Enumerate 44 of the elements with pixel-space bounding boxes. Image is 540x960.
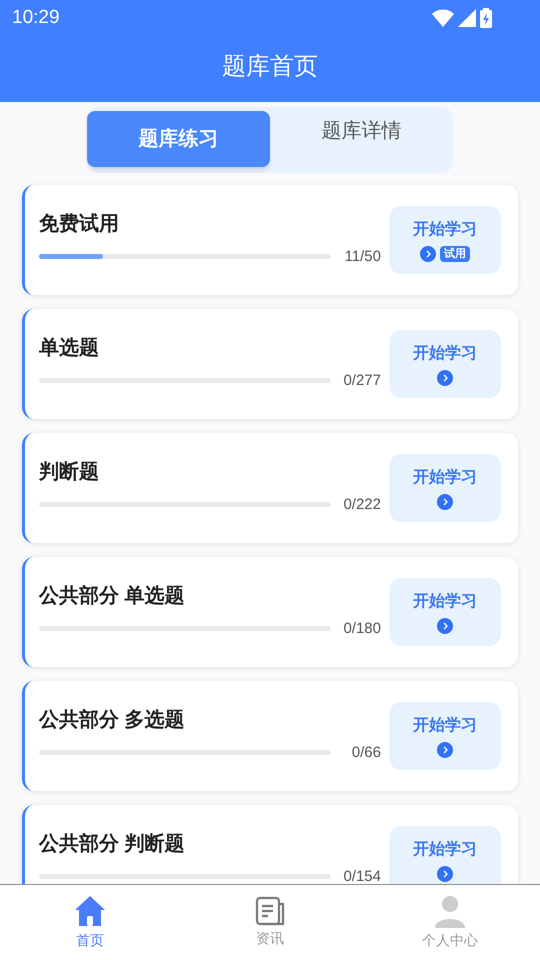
wifi-icon: [432, 9, 454, 27]
start-button[interactable]: 开始学习: [389, 454, 501, 522]
start-button[interactable]: 开始学习: [389, 826, 501, 884]
trial-badge: 试用: [440, 246, 470, 262]
tab[interactable]: 题库练习: [87, 111, 270, 167]
person-icon: [433, 894, 467, 928]
progress-count: 0/154: [343, 869, 381, 884]
chevron-icon: [437, 370, 453, 386]
chevron-icon: [437, 618, 453, 634]
start-label: 开始学习: [413, 468, 477, 488]
document-icon: [255, 896, 285, 926]
card-title: 单选题: [39, 336, 100, 361]
card-title: 判断题: [39, 460, 100, 485]
progress-count: 0/66: [352, 745, 381, 760]
start-label: 开始学习: [413, 344, 477, 364]
chevron-icon: [437, 866, 453, 882]
nav-tab[interactable]: 首页: [0, 885, 180, 960]
card-title: 公共部分 判断题: [39, 832, 186, 857]
chevron-icon: [420, 246, 436, 262]
card-title: 免费试用: [39, 212, 120, 237]
status-time: 10:29: [12, 6, 60, 30]
card-title: 公共部分 多选题: [39, 708, 186, 733]
tab[interactable]: 题库详情: [270, 103, 453, 159]
progress-count: 0/222: [343, 497, 381, 512]
page-title: 题库首页: [222, 52, 318, 82]
start-button[interactable]: 开始学习 试用: [389, 206, 501, 274]
start-button[interactable]: 开始学习: [389, 578, 501, 646]
start-label: 开始学习: [413, 840, 477, 860]
signal-icon: [458, 9, 476, 27]
chevron-icon: [437, 742, 453, 758]
progress-count: 11/50: [344, 249, 381, 264]
start-button[interactable]: 开始学习: [389, 330, 501, 398]
nav-tab[interactable]: 个人中心: [360, 885, 540, 960]
nav-tab[interactable]: 资讯: [180, 885, 360, 960]
start-label: 开始学习: [413, 716, 477, 736]
battery-icon: [480, 8, 492, 28]
progress-count: 0/180: [343, 621, 381, 636]
progress-count: 0/277: [343, 373, 381, 388]
card-title: 公共部分 单选题: [39, 584, 186, 609]
home-icon: [73, 894, 107, 928]
start-label: 开始学习: [413, 220, 477, 240]
chevron-icon: [437, 494, 453, 510]
start-label: 开始学习: [413, 592, 477, 612]
start-button[interactable]: 开始学习: [389, 702, 501, 770]
